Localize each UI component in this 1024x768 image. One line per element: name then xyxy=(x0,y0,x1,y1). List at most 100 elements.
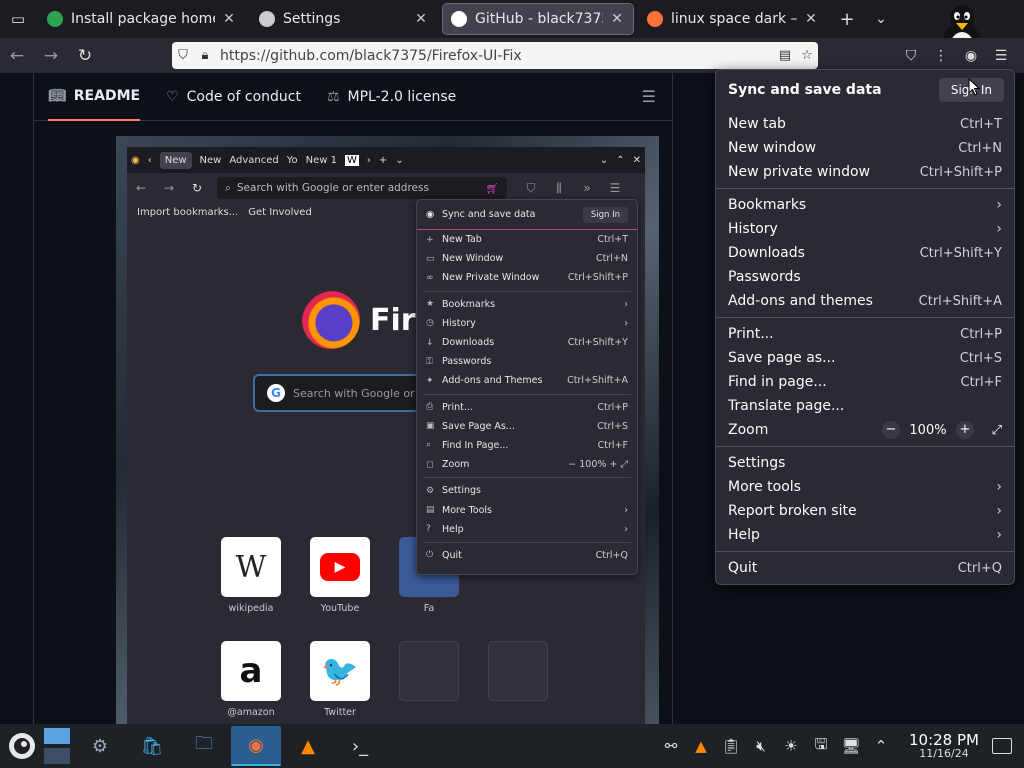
embedded-menu-item-icon: ∞ xyxy=(426,272,434,283)
menu-item-print[interactable]: Print... Ctrl+P xyxy=(716,322,1014,346)
browser-tab[interactable]: Settings ✕ xyxy=(251,4,437,34)
menu-item-find-in-page[interactable]: Find in page... Ctrl+F xyxy=(716,370,1014,394)
menu-icon[interactable]: ☰ xyxy=(986,48,1016,64)
disks-icon[interactable]: 🖫 xyxy=(806,734,836,759)
reader-view-icon[interactable]: ▤ xyxy=(774,48,796,63)
menu-item-new-private-window[interactable]: New private window Ctrl+Shift+P xyxy=(716,160,1014,184)
embedded-twitter-icon: 🐦 xyxy=(310,641,370,701)
embedded-menu-item-icon: ◻ xyxy=(426,459,434,470)
toolbar-right: ⛉ ⋮ ◉ ☰ xyxy=(896,38,1016,73)
menu-item-add-ons-and-themes[interactable]: Add-ons and themes Ctrl+Shift+A xyxy=(716,289,1014,313)
readme-panel: 📖︎ README ♡ Code of conduct ⚖ MPL-2.0 li… xyxy=(33,73,673,724)
embedded-youtube-icon: ▶ xyxy=(310,537,370,597)
pocket-icon[interactable]: ⛉ xyxy=(896,48,926,64)
network-sharing-icon[interactable]: ⚯ xyxy=(656,737,686,755)
menu-item-zoom[interactable]: Zoom −100% + ⤢ xyxy=(716,418,1014,442)
embedded-menu-item: ▣ Save Page As... Ctrl+S xyxy=(417,417,637,436)
tab-close-icon[interactable]: ✕ xyxy=(803,11,819,27)
tray-expand-icon[interactable]: ⌃ xyxy=(866,737,896,755)
taskbar-firefox-icon[interactable]: ◉ xyxy=(231,726,281,766)
embedded-library-icon: ⫼ xyxy=(556,180,562,195)
taskbar-vlc-icon[interactable]: ▲ xyxy=(283,726,333,766)
menu-item-bookmarks[interactable]: Bookmarks › xyxy=(716,193,1014,217)
embedded-account-icon: ◉ xyxy=(426,209,435,220)
tab-license[interactable]: ⚖ MPL-2.0 license xyxy=(327,73,456,121)
menu-item-label: History xyxy=(728,221,778,237)
embedded-menu-item-label: Settings xyxy=(442,485,481,497)
zoom-out-button[interactable]: − xyxy=(882,421,900,439)
system-tray: ⚯ ▲ 📋︎ 🔇︎ ☀ 🖫 🖥︎ ⌃ 10:28 PM 11/16/24 xyxy=(656,724,1024,768)
embedded-menu-item: ∞ New Private Window Ctrl+Shift+P xyxy=(417,268,637,287)
menu-item-settings[interactable]: Settings xyxy=(716,451,1014,475)
embedded-firefox-logo xyxy=(302,291,360,349)
tab-favicon-icon xyxy=(451,11,467,27)
volume-muted-icon[interactable]: 🔇︎ xyxy=(746,737,776,755)
menu-item-new-tab[interactable]: New tab Ctrl+T xyxy=(716,112,1014,136)
menu-item-report-broken-site[interactable]: Report broken site › xyxy=(716,499,1014,523)
outline-list-icon[interactable]: ☰ xyxy=(642,87,656,106)
tab-readme[interactable]: 📖︎ README xyxy=(48,73,141,121)
list-all-tabs-icon[interactable]: ⌄ xyxy=(864,11,898,27)
extensions-icon[interactable]: ⋮ xyxy=(926,48,956,64)
embedded-menu-item: ▭ New Window Ctrl+N xyxy=(417,249,637,268)
menu-item-quit[interactable]: Quit Ctrl+Q xyxy=(716,556,1014,580)
embedded-tile-label: Twitter xyxy=(324,707,356,718)
zoom-reset-button[interactable]: 100% xyxy=(900,423,956,438)
embedded-menu-item-icon: ? xyxy=(426,524,431,535)
tab-close-icon[interactable]: ✕ xyxy=(221,11,237,27)
taskbar-system-settings-icon[interactable]: ⚙ xyxy=(75,726,125,766)
embedded-tile-label: @amazon xyxy=(227,707,275,718)
tab-overview-icon[interactable]: ▭ xyxy=(0,0,36,38)
embedded-menu-item-label: Bookmarks xyxy=(442,298,496,310)
menu-item-translate-page[interactable]: Translate page... xyxy=(716,394,1014,418)
taskbar-discover-store-icon[interactable]: 🛍 xyxy=(127,726,177,766)
taskbar-konsole-icon[interactable]: ›_ xyxy=(335,726,385,766)
embedded-cart-icon: 🛒︎ xyxy=(485,182,499,195)
embedded-menu-separator xyxy=(423,290,631,292)
browser-tab[interactable]: GitHub - black7375/F ✕ xyxy=(442,3,634,35)
embedded-menu-separator xyxy=(423,477,631,479)
menu-item-save-page-as[interactable]: Save page as... Ctrl+S xyxy=(716,346,1014,370)
tab-code-of-conduct[interactable]: ♡ Code of conduct xyxy=(166,73,301,121)
digital-clock[interactable]: 10:28 PM 11/16/24 xyxy=(904,732,984,761)
account-icon[interactable]: ◉ xyxy=(956,48,986,64)
embedded-menu-item-shortcut: Ctrl+N xyxy=(596,253,628,265)
tab-title: linux space dark – Ge xyxy=(671,11,797,27)
brightness-icon[interactable]: ☀ xyxy=(776,737,806,755)
menu-item-history[interactable]: History › xyxy=(716,217,1014,241)
application-launcher-icon[interactable] xyxy=(0,724,44,768)
menu-item-passwords[interactable]: Passwords xyxy=(716,265,1014,289)
url-text[interactable]: https://github.com/black7375/Firefox-UI-… xyxy=(216,48,774,64)
url-bar[interactable]: ⛉ 🔒︎ https://github.com/black7375/Firefo… xyxy=(172,42,818,69)
fullscreen-icon[interactable]: ⤢ xyxy=(980,423,1002,438)
new-tab-icon[interactable]: + xyxy=(830,9,864,30)
display-icon[interactable]: 🖥︎ xyxy=(836,737,866,755)
embedded-chevron-right-icon: › xyxy=(366,154,371,166)
embedded-sign-in-button: Sign In xyxy=(582,206,628,223)
forward-icon[interactable]: → xyxy=(34,46,68,66)
tab-close-icon[interactable]: ✕ xyxy=(609,11,625,27)
menu-item-new-window[interactable]: New window Ctrl+N xyxy=(716,136,1014,160)
tab-close-icon[interactable]: ✕ xyxy=(413,11,429,27)
clipboard-icon[interactable]: 📋︎ xyxy=(716,737,746,755)
menu-item-label: Help xyxy=(728,527,760,543)
embedded-menu-item-icon: ▭ xyxy=(426,253,435,264)
menu-item-downloads[interactable]: Downloads Ctrl+Shift+Y xyxy=(716,241,1014,265)
embedded-wikipedia-tab-icon: W xyxy=(345,154,359,166)
vlc-tray-icon[interactable]: ▲ xyxy=(686,737,716,755)
browser-tab[interactable]: Install package home ✕ xyxy=(39,4,245,34)
reload-icon[interactable]: ↻ xyxy=(68,46,102,66)
show-desktop-icon[interactable] xyxy=(992,738,1012,754)
tracking-shield-icon[interactable]: ⛉ xyxy=(172,48,194,63)
virtual-desktop-pager[interactable] xyxy=(44,728,70,764)
back-icon[interactable]: ← xyxy=(0,46,34,66)
browser-tab[interactable]: linux space dark – Ge ✕ xyxy=(639,4,827,34)
tab-label: MPL-2.0 license xyxy=(347,88,457,105)
menu-item-label: Report broken site xyxy=(728,503,857,519)
menu-item-more-tools[interactable]: More tools › xyxy=(716,475,1014,499)
bookmark-star-icon[interactable]: ☆ xyxy=(796,48,818,63)
taskbar-file-manager-icon[interactable]: 🗀 xyxy=(179,726,229,766)
menu-item-help[interactable]: Help › xyxy=(716,523,1014,547)
zoom-in-button[interactable]: + xyxy=(956,421,974,439)
lock-icon[interactable]: 🔒︎ xyxy=(194,48,216,63)
